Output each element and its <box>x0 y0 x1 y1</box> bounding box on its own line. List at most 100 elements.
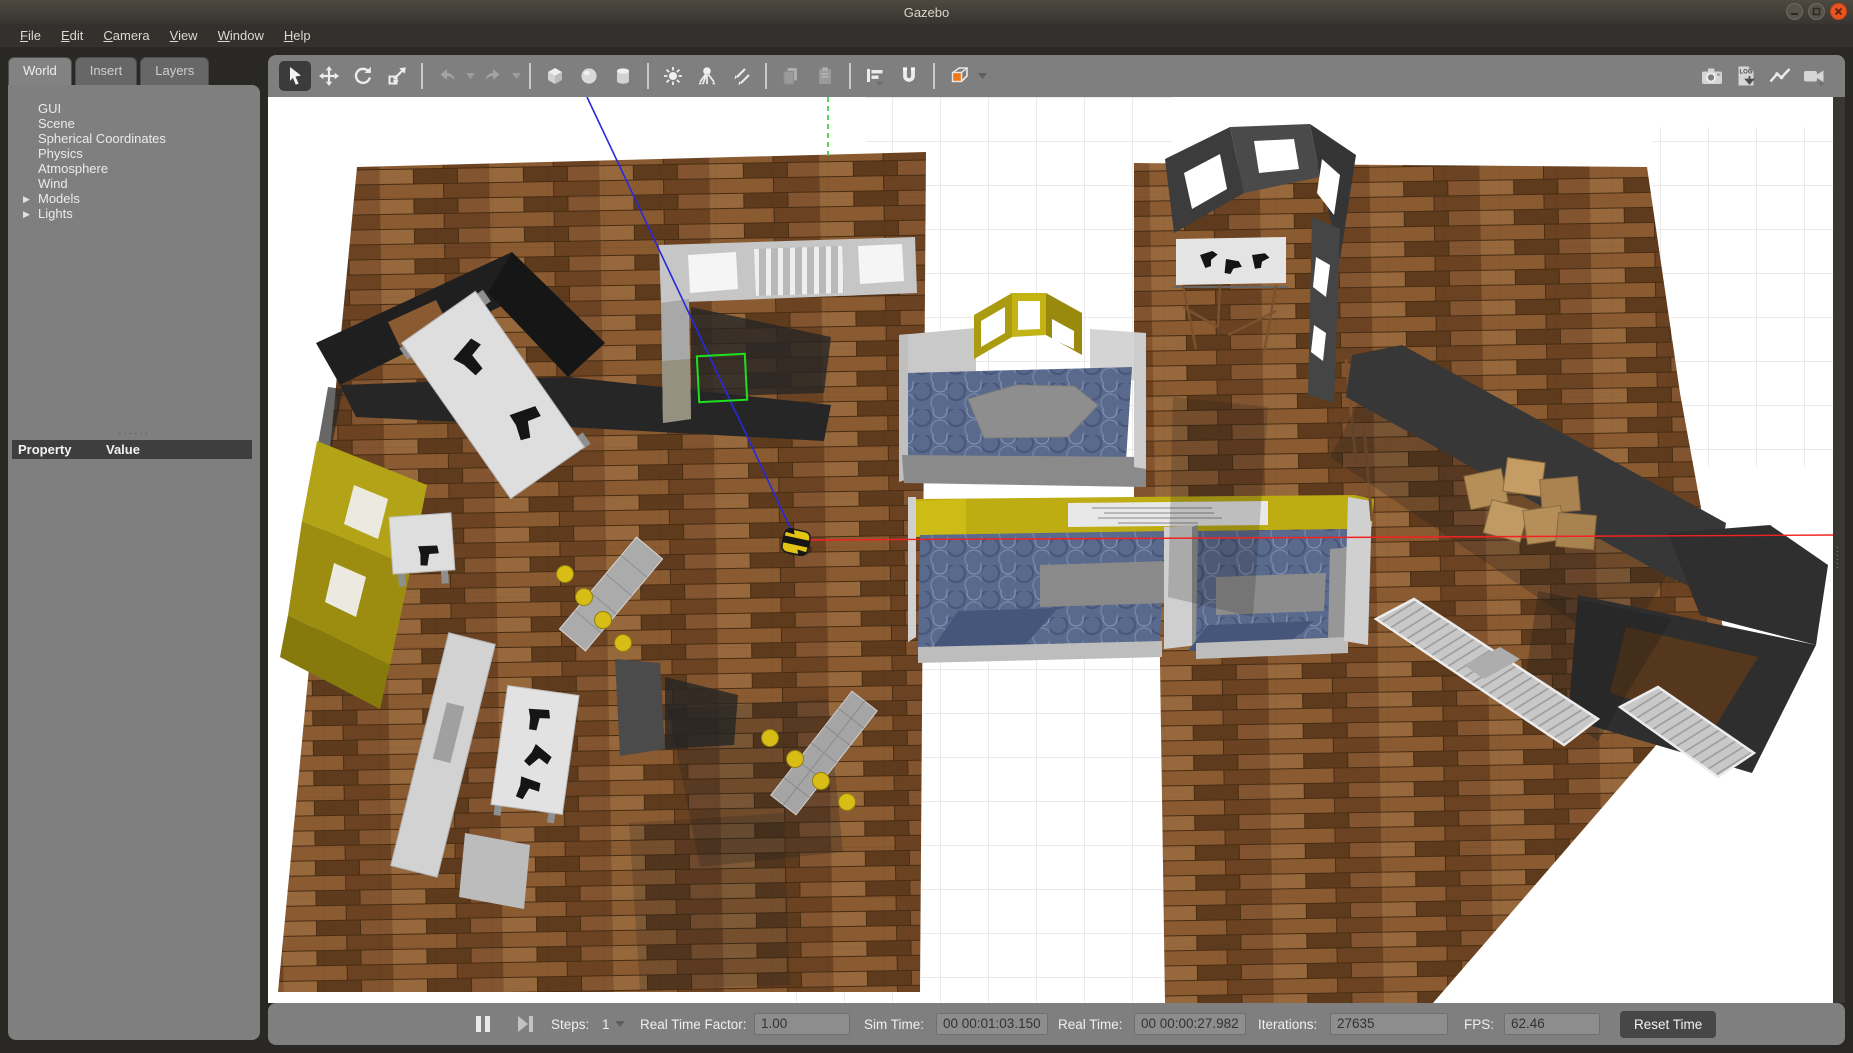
menu-window[interactable]: Window <box>208 26 274 45</box>
menu-camera[interactable]: Camera <box>93 26 159 45</box>
menu-edit[interactable]: Edit <box>51 26 93 45</box>
main-area: LOG <box>268 55 1845 1003</box>
blue-carpet-rooms-lower <box>908 495 1374 663</box>
tab-layers[interactable]: Layers <box>140 57 209 85</box>
redo-history-button[interactable] <box>510 61 522 91</box>
toolbar: LOG <box>268 55 1845 97</box>
menu-view[interactable]: View <box>160 26 208 45</box>
log-icon: LOG <box>1733 63 1759 89</box>
spot-light-button[interactable] <box>691 61 723 91</box>
minimize-button[interactable] <box>1786 3 1803 20</box>
rtf-value-field[interactable]: 1.00 <box>754 1013 850 1035</box>
copy-icon <box>779 64 803 88</box>
camera-icon <box>1699 63 1725 89</box>
steps-caret-icon <box>615 1021 625 1027</box>
directional-light-button[interactable] <box>725 61 757 91</box>
toolbar-separator <box>529 63 531 89</box>
insert-sphere-button[interactable] <box>573 61 605 91</box>
expand-arrow-icon[interactable]: ▶ <box>23 192 30 207</box>
magnet-icon <box>897 64 921 88</box>
redo-icon <box>481 64 505 88</box>
panel-splitter[interactable]: ······ <box>8 431 260 437</box>
screenshot-button[interactable] <box>1696 61 1728 91</box>
sim-time-value-field: 00 00:01:03.150 <box>936 1013 1048 1035</box>
pause-button[interactable] <box>473 1003 493 1045</box>
scene-3d <box>268 97 1833 1003</box>
world-tree-panel: GUI Scene Spherical Coordinates Physics … <box>8 85 260 1040</box>
render-viewport[interactable] <box>268 97 1833 1003</box>
rotate-tool-button[interactable] <box>347 61 379 91</box>
maximize-button[interactable] <box>1808 3 1825 20</box>
tree-item-physics[interactable]: Physics <box>8 146 260 161</box>
steps-stepper[interactable]: 1 <box>602 1003 625 1045</box>
step-button[interactable] <box>515 1003 535 1045</box>
align-icon <box>863 64 887 88</box>
view-angle-button[interactable] <box>943 61 975 91</box>
menu-file[interactable]: File <box>10 26 51 45</box>
steps-value: 1 <box>602 1017 610 1032</box>
toolbar-separator <box>647 63 649 89</box>
toolbar-separator <box>421 63 423 89</box>
tab-insert[interactable]: Insert <box>75 57 138 85</box>
translate-tool-button[interactable] <box>313 61 345 91</box>
reset-time-button[interactable]: Reset Time <box>1620 1011 1716 1038</box>
property-column-header: Property <box>12 440 104 459</box>
record-video-button[interactable] <box>1798 61 1830 91</box>
menu-help[interactable]: Help <box>274 26 321 45</box>
box-icon <box>543 64 567 88</box>
tree-item-wind[interactable]: Wind <box>8 176 260 191</box>
tree-item-models[interactable]: ▶Models <box>8 191 260 206</box>
tree-item-spherical-coordinates[interactable]: Spherical Coordinates <box>8 131 260 146</box>
status-bar: Steps: 1 Real Time Factor: 1.00 Sim Time… <box>268 1003 1845 1045</box>
world-panel: World Insert Layers GUI Scene Spherical … <box>8 57 260 1040</box>
plot-button[interactable] <box>1764 61 1796 91</box>
point-light-button[interactable] <box>657 61 689 91</box>
tree-item-gui[interactable]: GUI <box>8 101 260 116</box>
directional-light-icon <box>729 64 753 88</box>
toolbar-separator <box>765 63 767 89</box>
right-panel-splitter[interactable]: ······ <box>1833 97 1845 1003</box>
iterations-value-field: 27635 <box>1330 1013 1448 1035</box>
real-time-value-field: 00 00:00:27.982 <box>1134 1013 1246 1035</box>
svg-text:LOG: LOG <box>1740 70 1753 76</box>
view-angle-cube-icon <box>946 63 972 89</box>
property-table-header: Property Value <box>12 440 252 459</box>
steps-label: Steps: <box>551 1017 589 1032</box>
expand-arrow-icon[interactable]: ▶ <box>23 207 30 222</box>
select-arrow-icon <box>283 64 307 88</box>
panel-tabs: World Insert Layers <box>8 57 209 85</box>
insert-box-button[interactable] <box>539 61 571 91</box>
maximize-icon <box>1812 7 1821 16</box>
paste-icon <box>813 64 837 88</box>
tree-item-scene[interactable]: Scene <box>8 116 260 131</box>
align-tool-button[interactable] <box>859 61 891 91</box>
scale-tool-button[interactable] <box>381 61 413 91</box>
fps-value-field: 62.46 <box>1504 1013 1600 1035</box>
scale-icon <box>385 64 409 88</box>
close-button[interactable] <box>1830 3 1847 20</box>
data-logger-button[interactable]: LOG <box>1730 61 1762 91</box>
undo-button[interactable] <box>431 61 463 91</box>
sim-time-label: Sim Time: <box>864 1017 924 1032</box>
undo-history-button[interactable] <box>464 61 476 91</box>
redo-button[interactable] <box>477 61 509 91</box>
translate-icon <box>317 64 341 88</box>
sphere-icon <box>577 64 601 88</box>
window-title: Gazebo <box>904 5 950 20</box>
tree-item-lights[interactable]: ▶Lights <box>8 206 260 221</box>
tree-item-atmosphere[interactable]: Atmosphere <box>8 161 260 176</box>
paste-button[interactable] <box>809 61 841 91</box>
view-angle-dropdown[interactable] <box>976 61 988 91</box>
insert-cylinder-button[interactable] <box>607 61 639 91</box>
iterations-label: Iterations: <box>1258 1017 1317 1032</box>
tab-world[interactable]: World <box>8 57 72 86</box>
splitter-handle-dots: ······ <box>1836 545 1839 569</box>
world-tree: GUI Scene Spherical Coordinates Physics … <box>8 85 260 221</box>
value-column-header: Value <box>104 440 140 459</box>
copy-button[interactable] <box>775 61 807 91</box>
toolbar-separator <box>849 63 851 89</box>
menu-bar: File Edit Camera View Window Help <box>0 24 1853 47</box>
floor-shadow <box>629 813 790 990</box>
snap-tool-button[interactable] <box>893 61 925 91</box>
select-tool-button[interactable] <box>279 61 311 91</box>
